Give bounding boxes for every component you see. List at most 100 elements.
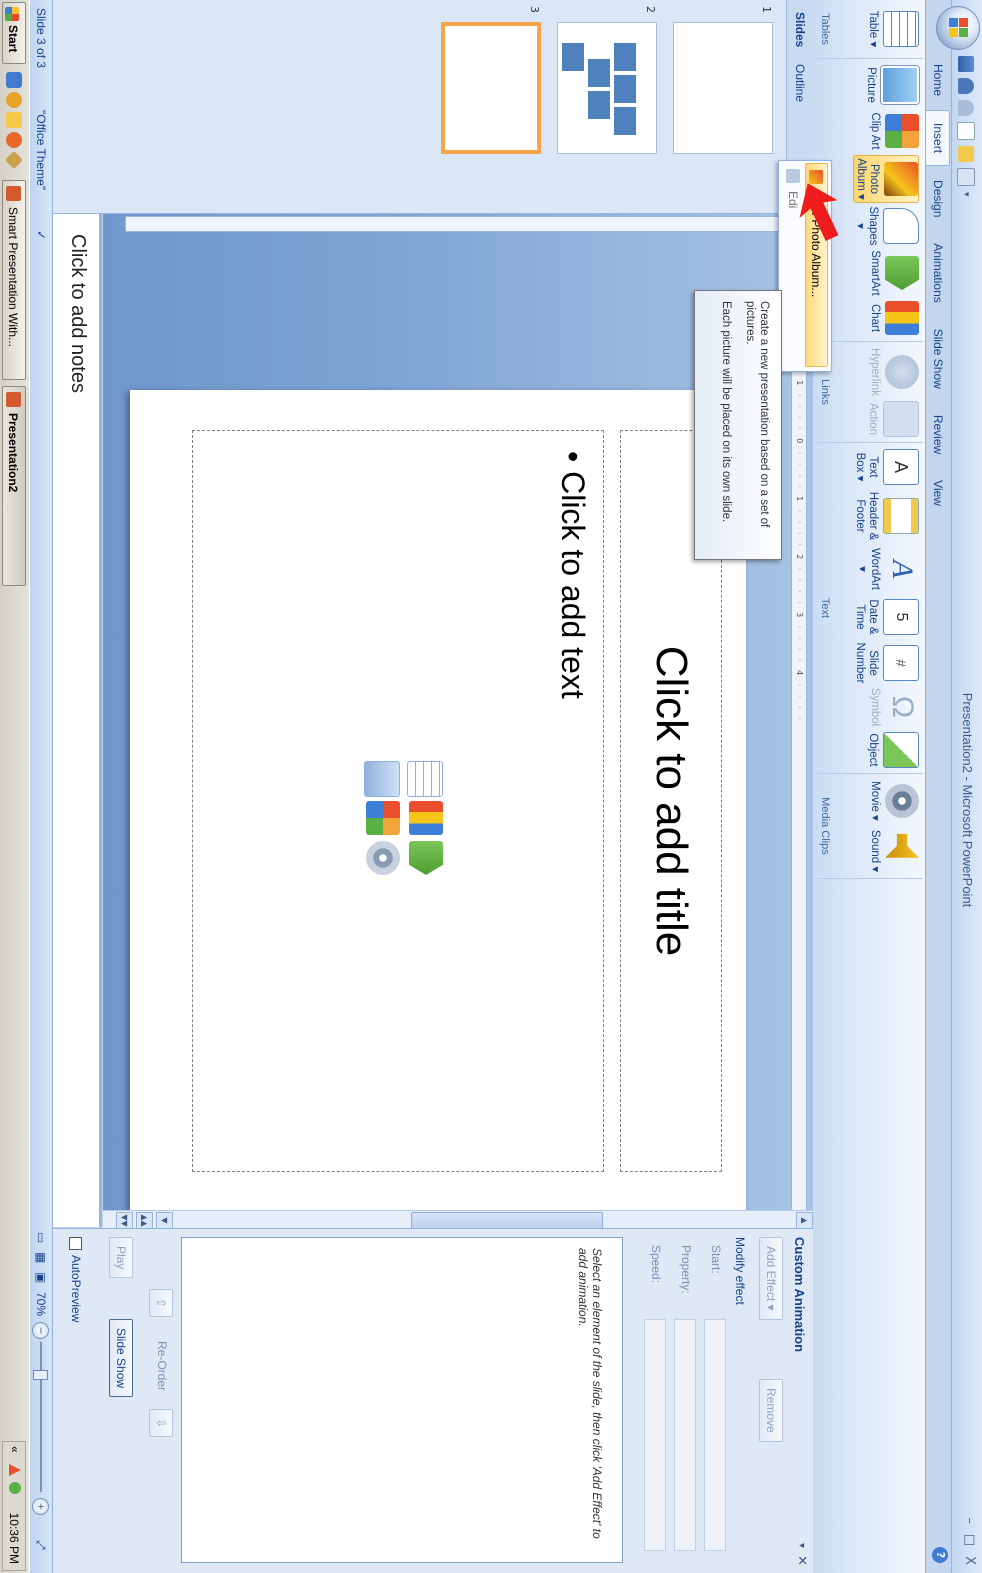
- insert-clip-art-icon[interactable]: [366, 801, 400, 835]
- pencil-icon[interactable]: [4, 150, 24, 170]
- fit-to-window-icon[interactable]: ⤢: [33, 1540, 48, 1550]
- previous-slide-button[interactable]: ▲▲: [136, 1212, 153, 1229]
- add-effect-button[interactable]: Add Effect ▾: [759, 1237, 783, 1320]
- slide-show-button[interactable]: Slide Show: [109, 1319, 133, 1398]
- shapes-button[interactable]: Shapes ▾: [853, 205, 919, 247]
- redo-icon[interactable]: [958, 100, 974, 116]
- animation-list[interactable]: Select an element of the slide, then cli…: [181, 1237, 623, 1563]
- chart-button[interactable]: Chart: [868, 299, 919, 337]
- start-dropdown[interactable]: [704, 1319, 726, 1551]
- insert-table-icon[interactable]: [407, 761, 443, 797]
- task-pane-menu-icon[interactable]: ▾: [796, 1543, 807, 1548]
- clip-art-button[interactable]: Clip Art: [868, 111, 919, 151]
- scrollbar-thumb[interactable]: [411, 1212, 603, 1229]
- object-label: Object: [867, 733, 879, 767]
- network-icon[interactable]: [9, 1464, 21, 1476]
- powerpoint-icon: [6, 186, 21, 201]
- date-time-button[interactable]: 5 Date & Time: [853, 595, 919, 639]
- scroll-down-button[interactable]: ▼: [156, 1212, 173, 1229]
- sound-button[interactable]: Sound ▾: [868, 828, 919, 874]
- taskbar-item-smart-presentation[interactable]: Smart Presentation With...: [2, 180, 26, 380]
- text-box-button[interactable]: A Text Box ▾: [853, 447, 919, 487]
- remove-button[interactable]: Remove: [759, 1379, 783, 1442]
- table-button[interactable]: Table ▾: [866, 4, 919, 54]
- autopreview-checkbox[interactable]: AutoPreview: [68, 1237, 83, 1323]
- slide-thumbnail-1[interactable]: [673, 22, 773, 154]
- notes-pane[interactable]: Click to add notes: [51, 214, 102, 1227]
- symbol-button[interactable]: Ω Symbol: [868, 687, 919, 727]
- start-button[interactable]: Start: [2, 2, 26, 64]
- customize-qat-icon[interactable]: ▾: [961, 192, 971, 197]
- insert-picture-icon[interactable]: [364, 761, 400, 797]
- autopreview-label: AutoPreview: [69, 1255, 83, 1323]
- tab-home[interactable]: Home: [926, 52, 949, 108]
- minimize-button[interactable]: –: [962, 1517, 977, 1524]
- help-icon[interactable]: ?: [932, 1547, 948, 1563]
- reorder-down-button[interactable]: ⇩: [149, 1409, 173, 1438]
- restore-button[interactable]: □: [962, 1534, 977, 1546]
- autopreview-checkbox-box[interactable]: [68, 1237, 82, 1250]
- tab-animations[interactable]: Animations: [926, 231, 949, 314]
- wordart-button[interactable]: A WordArt ▾: [855, 545, 919, 593]
- zoom-in-button[interactable]: +: [32, 1498, 49, 1515]
- picture-button[interactable]: Picture: [864, 63, 919, 107]
- close-button[interactable]: X: [962, 1556, 977, 1565]
- group-links: Hyperlink Action Links: [817, 342, 923, 443]
- new-document-icon[interactable]: [957, 122, 975, 140]
- print-preview-icon[interactable]: [957, 168, 975, 186]
- remove-label: Remove: [764, 1388, 778, 1433]
- bullet-glyph: •: [555, 451, 591, 463]
- slide-sorter-view-icon[interactable]: ▦: [34, 1252, 48, 1263]
- tab-review[interactable]: Review: [926, 403, 949, 466]
- normal-view-icon[interactable]: ▭: [34, 1232, 48, 1243]
- zoom-slider-thumb[interactable]: [33, 1370, 48, 1380]
- speed-dropdown[interactable]: [644, 1319, 666, 1551]
- slide-thumbnail-3[interactable]: [441, 22, 541, 154]
- content-placeholder-text: • Click to add text: [554, 451, 591, 699]
- save-icon[interactable]: [958, 56, 974, 72]
- undo-icon[interactable]: [958, 78, 974, 94]
- object-button[interactable]: Object: [866, 729, 919, 771]
- header-footer-button[interactable]: Header & Footer: [853, 489, 919, 543]
- tab-slides[interactable]: Slides: [790, 4, 810, 55]
- scroll-up-button[interactable]: ▲: [796, 1212, 813, 1229]
- zoom-out-button[interactable]: −: [32, 1322, 49, 1339]
- insert-media-clip-icon[interactable]: [366, 841, 400, 875]
- reorder-up-button[interactable]: ⇧: [149, 1289, 173, 1318]
- slide-canvas[interactable]: Click to add title • Click to add text: [130, 390, 746, 1210]
- firefox-icon[interactable]: [6, 132, 22, 148]
- edit-area-scrollbar[interactable]: ▲ ▼ ▲▲ ▼▼: [103, 1210, 813, 1229]
- tab-outline[interactable]: Outline: [790, 56, 810, 110]
- smartart-button[interactable]: SmartArt: [868, 249, 919, 297]
- open-folder-icon[interactable]: [958, 146, 974, 162]
- office-button[interactable]: [936, 6, 980, 50]
- insert-smartart-icon[interactable]: [409, 841, 443, 875]
- browser-icon[interactable]: [6, 92, 22, 108]
- hyperlink-button[interactable]: Hyperlink: [868, 346, 919, 398]
- volume-icon[interactable]: [9, 1482, 21, 1494]
- insert-chart-icon[interactable]: [409, 801, 443, 835]
- zoom-level[interactable]: 70%: [34, 1292, 48, 1316]
- zoom-slider[interactable]: [40, 1342, 42, 1492]
- spell-check-icon[interactable]: ✓: [34, 230, 48, 240]
- tab-design[interactable]: Design: [926, 168, 949, 229]
- ie-icon[interactable]: [6, 72, 22, 88]
- photo-album-button[interactable]: Photo Album ▾: [853, 155, 919, 203]
- task-pane-close-icon[interactable]: ✕: [794, 1555, 809, 1566]
- tab-insert[interactable]: Insert: [926, 110, 950, 167]
- vertical-ruler: [125, 216, 787, 232]
- folder-icon[interactable]: [6, 112, 22, 128]
- play-button[interactable]: Play: [109, 1237, 133, 1279]
- movie-button[interactable]: Movie ▾: [868, 778, 919, 824]
- slide-number-button[interactable]: # Slide Number: [853, 641, 919, 685]
- taskbar-item-presentation2[interactable]: Presentation2: [2, 386, 26, 586]
- tab-view[interactable]: View: [926, 468, 949, 518]
- tab-slide-show[interactable]: Slide Show: [926, 317, 949, 401]
- slide-thumbnail-2[interactable]: [557, 22, 657, 154]
- action-button[interactable]: Action: [866, 400, 919, 438]
- content-placeholder[interactable]: • Click to add text: [192, 430, 604, 1172]
- tray-expand-button[interactable]: «: [8, 1446, 22, 1453]
- next-slide-button[interactable]: ▼▼: [116, 1212, 133, 1229]
- property-dropdown[interactable]: [674, 1319, 696, 1551]
- slide-show-view-icon[interactable]: ▣: [34, 1272, 48, 1283]
